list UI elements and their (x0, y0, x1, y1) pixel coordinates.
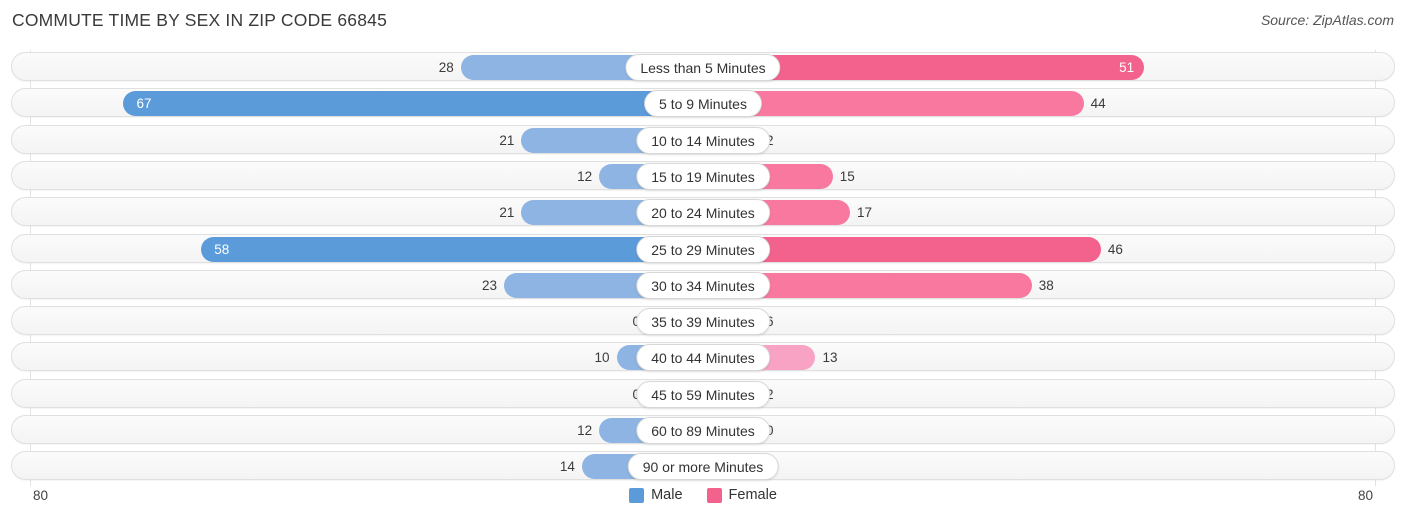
row-inner: 23 38 30 to 34 Minutes (12, 271, 1394, 299)
bar-male (123, 91, 703, 117)
table-row: 584625 to 29 Minutes (11, 233, 1395, 263)
row-inner: 584625 to 29 Minutes (12, 235, 1394, 263)
category-label: Less than 5 Minutes (625, 54, 781, 81)
row-inner: 28 51 Less than 5 Minutes (12, 53, 1394, 81)
row-inner: 10 13 40 to 44 Minutes (12, 343, 1394, 372)
chart-legend: Male Female (0, 487, 1406, 503)
legend-item-female[interactable]: Female (706, 487, 777, 503)
page-title: COMMUTE TIME BY SEX IN ZIP CODE 66845 (12, 10, 388, 30)
table-row: 23 38 30 to 34 Minutes (11, 269, 1395, 299)
value-label-female: 15 (839, 168, 855, 184)
value-label-female: 13 (822, 350, 838, 366)
legend-swatch-icon (706, 487, 722, 503)
row-inner: 21 17 20 to 24 Minutes (12, 198, 1394, 227)
category-label: 35 to 39 Minutes (636, 308, 770, 336)
category-label: 25 to 29 Minutes (636, 235, 770, 263)
table-row: 67445 to 9 Minutes (11, 88, 1395, 118)
value-label-female: 44 (1090, 96, 1106, 112)
legend-label: Female (728, 487, 777, 503)
category-label: 10 to 14 Minutes (636, 126, 770, 154)
value-label-male: 21 (499, 132, 515, 148)
legend-item-male[interactable]: Male (629, 487, 683, 503)
table-row: 28 51 Less than 5 Minutes (11, 52, 1395, 81)
value-label-female: 38 (1038, 277, 1054, 293)
table-row: 0245 to 59 Minutes (11, 378, 1395, 408)
value-label-female: 51 (1119, 60, 1135, 75)
legend-label: Male (651, 487, 683, 503)
category-label: 45 to 59 Minutes (636, 380, 770, 408)
table-row: 21210 to 14 Minutes (11, 124, 1395, 154)
category-label: 30 to 34 Minutes (636, 271, 770, 299)
category-label: 60 to 89 Minutes (636, 417, 770, 444)
category-label: 90 or more Minutes (627, 453, 779, 481)
row-inner: 0635 to 39 Minutes (12, 307, 1394, 336)
bar-rows: 2851Less than 5 Minutes67445 to 9 Minute… (11, 50, 1395, 486)
category-label: 5 to 9 Minutes (644, 90, 762, 118)
table-row: 21 17 20 to 24 Minutes (11, 197, 1395, 227)
value-label-female: 17 (857, 205, 873, 221)
row-inner: 67445 to 9 Minutes (12, 89, 1394, 118)
row-inner: 14490 or more Minutes (12, 452, 1394, 481)
row-inner: 12060 to 89 Minutes (12, 416, 1394, 444)
category-label: 20 to 24 Minutes (636, 199, 770, 227)
table-row: 10 13 40 to 44 Minutes (11, 342, 1395, 372)
chart-page: COMMUTE TIME BY SEX IN ZIP CODE 66845 So… (0, 0, 1406, 523)
value-label-male: 23 (482, 277, 498, 293)
value-label-male: 12 (577, 168, 593, 184)
table-row: 0635 to 39 Minutes (11, 306, 1395, 336)
value-label-male: 14 (559, 459, 575, 475)
table-row: 12060 to 89 Minutes (11, 415, 1395, 444)
table-row: 14490 or more Minutes (11, 451, 1395, 481)
bar-male (201, 236, 703, 262)
value-label-male: 28 (438, 60, 454, 75)
value-label-male: 21 (499, 205, 515, 221)
value-label-male: 12 (577, 423, 593, 438)
category-label: 40 to 44 Minutes (636, 344, 770, 372)
row-inner: 21210 to 14 Minutes (12, 126, 1394, 154)
source-credit: Source: ZipAtlas.com (1260, 12, 1394, 28)
row-inner: 12 15 15 to 19 Minutes (12, 162, 1394, 190)
table-row: 12 15 15 to 19 Minutes (11, 160, 1395, 190)
legend-swatch-icon (629, 487, 645, 503)
row-inner: 0245 to 59 Minutes (12, 380, 1394, 408)
value-label-female: 46 (1107, 241, 1123, 257)
value-label-male: 10 (594, 350, 610, 366)
category-label: 15 to 19 Minutes (636, 162, 770, 190)
plot-area: 2851Less than 5 Minutes67445 to 9 Minute… (11, 50, 1395, 486)
